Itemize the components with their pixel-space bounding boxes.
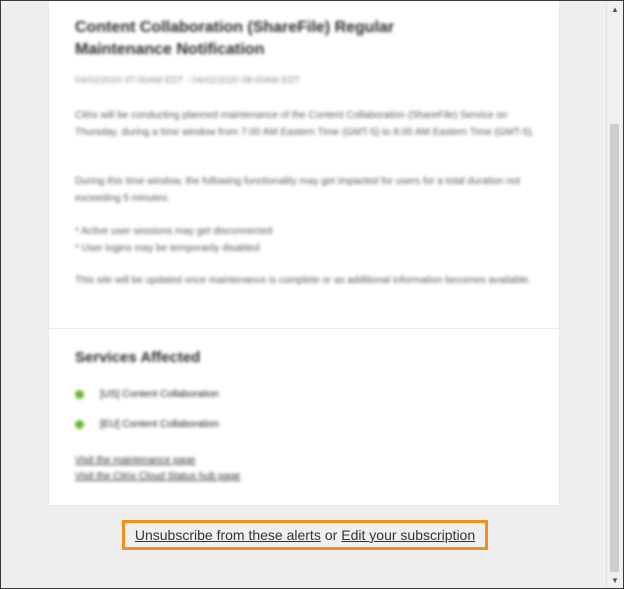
status-dot-icon [75,419,84,429]
notification-paragraph: During this time window, the following f… [75,176,521,204]
status-dot-icon [75,389,84,399]
edit-subscription-link[interactable]: Edit your subscription [341,527,475,543]
unsubscribe-link[interactable]: Unsubscribe from these alerts [135,527,321,543]
down-arrow-icon[interactable]: ▼ [607,572,623,588]
notification-paragraph: Citrix will be conducting planned mainte… [75,110,535,138]
up-arrow-icon[interactable]: ▲ [607,1,623,17]
notification-dates: 04/02/2020 07:00AM EDT - 04/02/2020 08:0… [75,75,301,85]
services-affected-heading: Services Affected [75,349,201,366]
service-label: [EU] Content Collaboration [100,418,219,430]
status-hub-link[interactable]: Visit the Citrix Cloud Status hub page [75,471,240,482]
maintenance-page-link[interactable]: Visit the maintenance page [75,455,195,466]
service-item: [US] Content Collaboration [75,387,219,401]
section-divider [49,328,559,329]
subscription-links-highlight: Unsubscribe from these alerts or Edit yo… [122,520,488,550]
service-label: [US] Content Collaboration [100,388,219,400]
or-separator: or [324,527,338,543]
notification-paragraph: This site will be updated once maintenan… [75,275,531,286]
notification-title: Content Collaboration (ShareFile) Regula… [75,19,395,58]
scrollbar-thumb[interactable] [610,124,619,572]
notification-paragraph: * Active user sessions may get disconnec… [75,226,273,254]
email-viewer-frame: Content Collaboration (ShareFile) Regula… [0,0,624,589]
vertical-scrollbar[interactable]: ▲ ▼ [606,1,623,588]
notification-card: Content Collaboration (ShareFile) Regula… [49,1,559,505]
service-item: [EU] Content Collaboration [75,417,219,431]
